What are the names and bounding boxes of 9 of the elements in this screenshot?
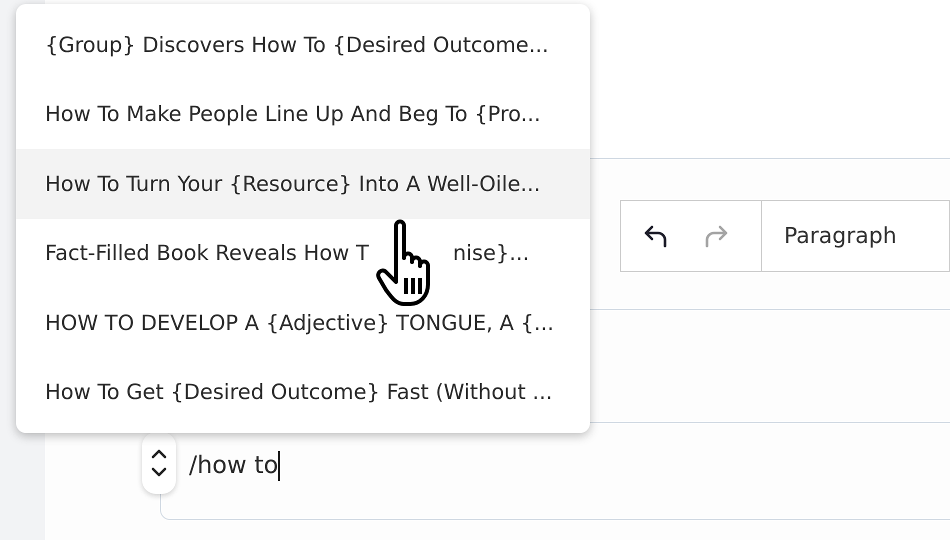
text-caret (278, 451, 280, 481)
suggestion-item[interactable]: Fact-Filled Book Reveals How T nise}... (16, 218, 590, 288)
block-text: /how to (189, 451, 278, 479)
suggestion-item[interactable]: How To Make People Line Up And Beg To {Pro... (16, 80, 590, 149)
suggestion-item[interactable]: How To Turn Your {Resource} Into A Well-Oile... (16, 149, 590, 218)
suggestion-item[interactable]: HOW TO DEVELOP A {Adjective} TONGUE, A {... (16, 288, 590, 358)
block-type-dropdown[interactable]: Paragraph (762, 201, 949, 271)
suggestion-item[interactable]: {Group} Discovers How To {Desired Outcome... (16, 10, 590, 80)
move-block-button[interactable] (142, 432, 176, 494)
